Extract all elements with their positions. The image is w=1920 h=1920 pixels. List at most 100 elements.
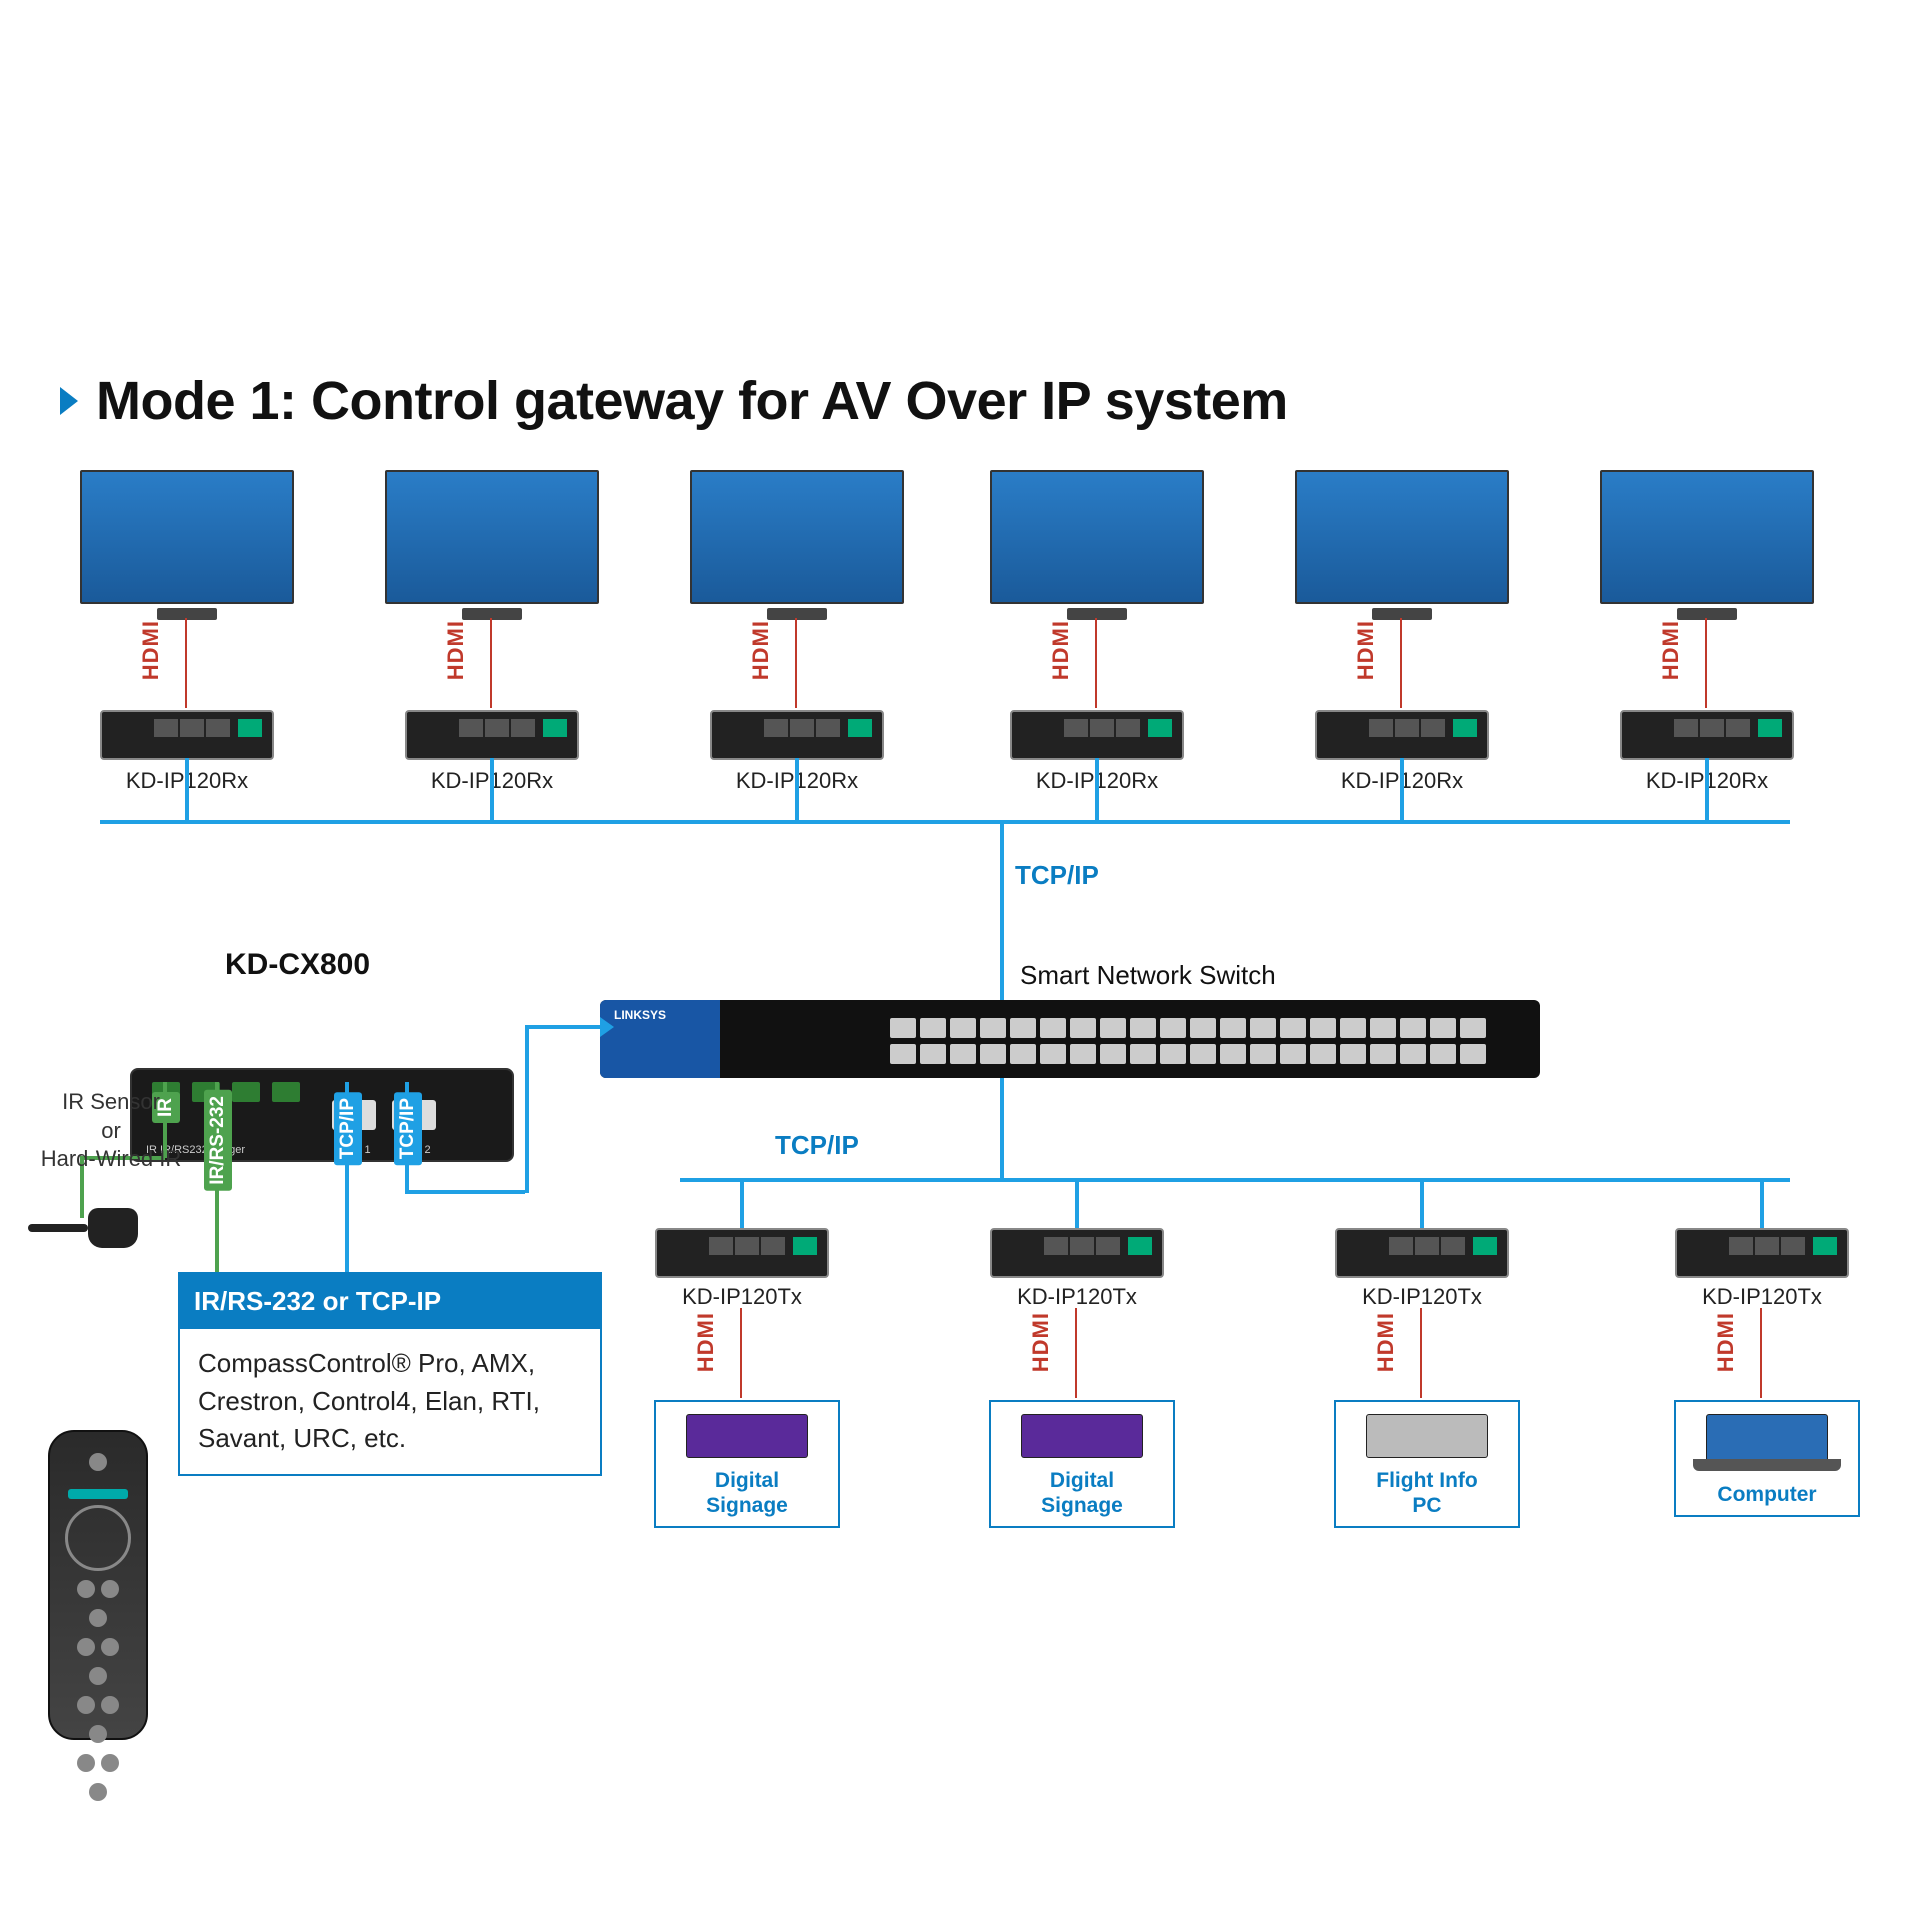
arrow-right-icon <box>600 1017 614 1037</box>
tx-drop <box>1760 1178 1764 1228</box>
ir-sensor-icon <box>88 1208 138 1248</box>
cx-to-switch-line <box>525 1025 529 1193</box>
page-title: Mode 1: Control gateway for AV Over IP s… <box>96 370 1288 432</box>
hdmi-label: HDMI <box>443 620 469 680</box>
monitor-stand-icon <box>1372 608 1432 620</box>
display-2 <box>385 470 599 620</box>
monitor-icon <box>1600 470 1814 604</box>
hdmi-line <box>1705 618 1707 708</box>
control-systems-body: CompassControl® Pro, AMX, Crestron, Cont… <box>180 1329 600 1474</box>
chevron-right-icon <box>60 387 78 415</box>
monitor-stand-icon <box>1067 608 1127 620</box>
cx-tcpip2-tag: TCP/IP <box>394 1092 422 1165</box>
rx-device-icon <box>1620 710 1794 760</box>
signage-device-icon <box>686 1414 808 1458</box>
ir-cable-icon <box>28 1224 88 1232</box>
switch-to-txbus-line <box>1000 1078 1004 1178</box>
hdmi-line <box>1095 618 1097 708</box>
source-digital-signage-2: DigitalSignage <box>989 1400 1175 1528</box>
bus-drop <box>1705 758 1709 820</box>
monitor-stand-icon <box>1677 608 1737 620</box>
monitor-stand-icon <box>157 608 217 620</box>
monitor-stand-icon <box>767 608 827 620</box>
hdmi-label: HDMI <box>1028 1312 1054 1372</box>
hdmi-label: HDMI <box>1353 620 1379 680</box>
hdmi-label: HDMI <box>1373 1312 1399 1372</box>
bus-to-switch-line <box>1000 820 1004 1000</box>
diagram-page: Mode 1: Control gateway for AV Over IP s… <box>0 0 1920 1920</box>
tx-device-label: KD-IP120Tx <box>1675 1284 1849 1310</box>
switch-ports-row2 <box>890 1044 1486 1064</box>
tx-device-label: KD-IP120Tx <box>1335 1284 1509 1310</box>
source-flight-info-pc: Flight InfoPC <box>1334 1400 1520 1528</box>
switch-label: Smart Network Switch <box>1020 960 1276 991</box>
tx-drop <box>1420 1178 1424 1228</box>
source-caption: DigitalSignage <box>997 1468 1167 1518</box>
laptop-icon <box>1706 1414 1828 1460</box>
hdmi-label: HDMI <box>1658 620 1684 680</box>
bus-drop <box>490 758 494 820</box>
monitor-icon <box>385 470 599 604</box>
hdmi-line <box>185 618 187 708</box>
rx-device-icon <box>100 710 274 760</box>
monitor-icon <box>690 470 904 604</box>
hdmi-label: HDMI <box>1048 620 1074 680</box>
tcpip-label: TCP/IP <box>1015 860 1099 891</box>
hdmi-label: HDMI <box>693 1312 719 1372</box>
tx-3: KD-IP120Tx <box>1335 1228 1509 1310</box>
cx800-device: IR IR/RS232 Trigger LAN 1 LAN 2 <box>130 1068 514 1162</box>
monitor-icon <box>80 470 294 604</box>
rx-device-icon <box>1010 710 1184 760</box>
switch-ports-row1 <box>890 1018 1486 1038</box>
cx800-title: KD-CX800 <box>225 948 370 982</box>
hdmi-line <box>1420 1308 1422 1398</box>
tx-device-label: KD-IP120Tx <box>655 1284 829 1310</box>
bus-drop <box>795 758 799 820</box>
switch-brand: LINKSYS <box>614 1008 666 1022</box>
bus-drop <box>185 758 189 820</box>
display-5 <box>1295 470 1509 620</box>
bus-drop <box>1400 758 1404 820</box>
remote-control-icon <box>48 1430 148 1740</box>
signage-device-icon <box>1021 1414 1143 1458</box>
source-computer: Computer <box>1674 1400 1860 1517</box>
tx-device-label: KD-IP120Tx <box>990 1284 1164 1310</box>
tcpip-label: TCP/IP <box>775 1130 859 1161</box>
cx800-terminal-icon <box>232 1082 260 1102</box>
tx-2: KD-IP120Tx <box>990 1228 1164 1310</box>
hdmi-line <box>1760 1308 1762 1398</box>
hdmi-label: HDMI <box>1713 1312 1739 1372</box>
hdmi-line <box>795 618 797 708</box>
source-caption: DigitalSignage <box>662 1468 832 1518</box>
tx-1: KD-IP120Tx <box>655 1228 829 1310</box>
network-switch: LINKSYS <box>600 1000 1540 1078</box>
cx800-terminal-icon <box>272 1082 300 1102</box>
tx-device-icon <box>1335 1228 1509 1278</box>
hdmi-line <box>490 618 492 708</box>
display-1 <box>80 470 294 620</box>
tx-device-icon <box>990 1228 1164 1278</box>
cx-to-switch-line <box>525 1025 605 1029</box>
rx-bus-line <box>100 820 1790 824</box>
tx-bus-line <box>680 1178 1790 1182</box>
ir-sensor <box>28 1208 138 1248</box>
rx-device-icon <box>405 710 579 760</box>
tx-drop <box>740 1178 744 1228</box>
source-caption: Flight InfoPC <box>1342 1468 1512 1518</box>
hdmi-line <box>1075 1308 1077 1398</box>
display-3 <box>690 470 904 620</box>
title-row: Mode 1: Control gateway for AV Over IP s… <box>60 370 1288 432</box>
pc-device-icon <box>1366 1414 1488 1458</box>
tx-device-icon <box>1675 1228 1849 1278</box>
cx-tcpip1-tag: TCP/IP <box>334 1092 362 1165</box>
bus-drop <box>1095 758 1099 820</box>
monitor-icon <box>1295 470 1509 604</box>
display-6 <box>1600 470 1814 620</box>
monitor-icon <box>990 470 1204 604</box>
source-digital-signage-1: DigitalSignage <box>654 1400 840 1528</box>
display-4 <box>990 470 1204 620</box>
hdmi-label: HDMI <box>748 620 774 680</box>
tx-drop <box>1075 1178 1079 1228</box>
hdmi-line <box>1400 618 1402 708</box>
monitor-stand-icon <box>462 608 522 620</box>
